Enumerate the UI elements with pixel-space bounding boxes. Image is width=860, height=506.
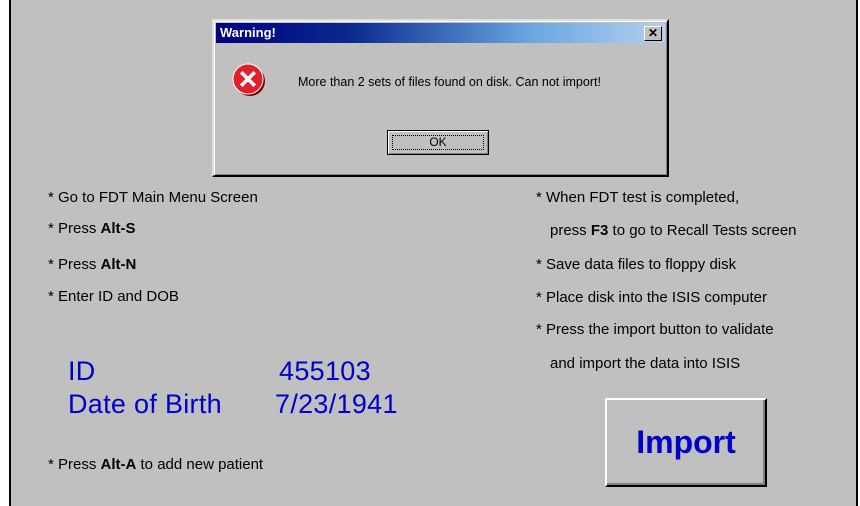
instruction-press-alt-n: * Press Alt-N xyxy=(48,256,137,273)
instruction-press-f3: press F3 to go to Recall Tests screen xyxy=(550,222,797,239)
instruction-import-data: and import the data into ISIS xyxy=(550,355,741,372)
error-icon xyxy=(232,63,265,96)
id-value: 455103 xyxy=(279,356,371,386)
id-label: ID xyxy=(68,356,96,386)
instruction-press-import: * Press the import button to validate xyxy=(536,321,774,338)
warning-dialog: Warning! ✕ More than 2 sets of files fou… xyxy=(212,19,669,177)
dialog-message: More than 2 sets of files found on disk.… xyxy=(298,75,601,89)
focus-rectangle xyxy=(392,135,484,150)
close-button[interactable]: ✕ xyxy=(644,26,662,41)
instruction-enter-id-dob: * Enter ID and DOB xyxy=(48,288,179,305)
instruction-press-alt-s: * Press Alt-S xyxy=(48,220,136,237)
dialog-title: Warning! xyxy=(220,25,276,40)
instruction-place-disk: * Place disk into the ISIS computer xyxy=(536,289,767,306)
main-panel: * Go to FDT Main Menu Screen * Press Alt… xyxy=(9,0,858,506)
ok-button[interactable]: OK xyxy=(387,130,489,155)
instruction-save-floppy: * Save data files to floppy disk xyxy=(536,256,737,273)
instruction-press-alt-a: * Press Alt-A to add new patient xyxy=(48,456,264,473)
dob-value: 7/23/1941 xyxy=(275,389,398,419)
instruction-go-main-menu: * Go to FDT Main Menu Screen xyxy=(48,189,258,206)
close-icon: ✕ xyxy=(647,26,659,40)
dialog-title-bar[interactable]: Warning! ✕ xyxy=(216,23,665,43)
dob-label: Date of Birth xyxy=(68,389,222,419)
instruction-when-completed: * When FDT test is completed, xyxy=(536,189,740,206)
import-button[interactable]: Import xyxy=(605,398,767,487)
